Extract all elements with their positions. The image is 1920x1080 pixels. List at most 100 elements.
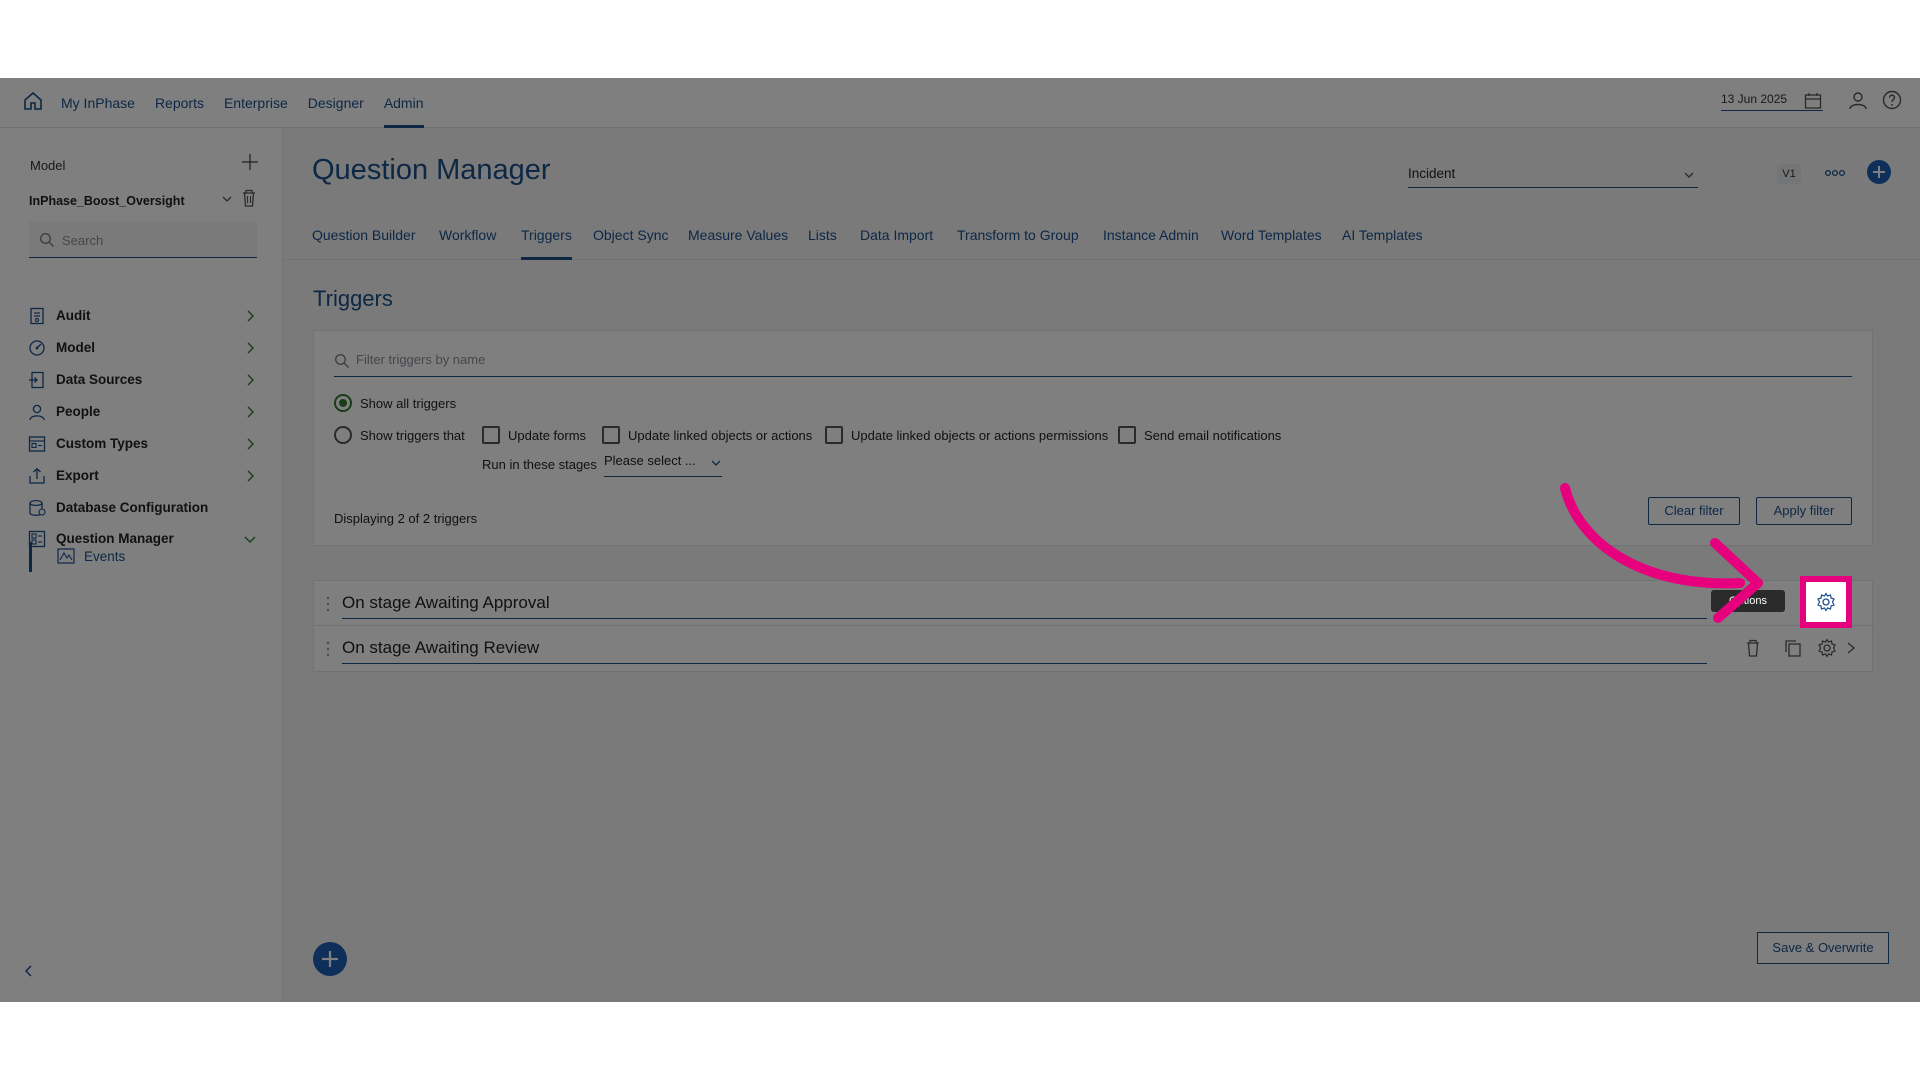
tab-object-sync[interactable]: Object Sync: [593, 210, 668, 260]
radio-label: Show all triggers: [360, 395, 457, 411]
trigger-name[interactable]: On stage Awaiting Approval: [342, 589, 1707, 619]
tab-question-builder[interactable]: Question Builder: [312, 210, 416, 260]
checkbox-send-email[interactable]: Send email notifications: [1118, 425, 1281, 445]
radio-button[interactable]: [334, 426, 352, 444]
trigger-list: On stage Awaiting Approval On stage Awai…: [313, 580, 1874, 672]
sidebar-item-model[interactable]: Model: [0, 332, 283, 364]
drag-handle-icon[interactable]: [326, 595, 330, 613]
version-badge[interactable]: V1: [1777, 164, 1801, 184]
form-type-value: Incident: [1408, 166, 1456, 181]
sidebar-item-database-configuration[interactable]: Database Configuration: [0, 492, 283, 524]
trash-icon[interactable]: [240, 188, 258, 208]
model-label: Model: [30, 158, 66, 173]
sidebar-item-custom-types[interactable]: Custom Types: [0, 428, 283, 460]
filter-triggers-input[interactable]: [356, 341, 1836, 377]
search-icon: [334, 353, 349, 368]
checkbox[interactable]: [602, 426, 620, 444]
tab-triggers[interactable]: Triggers: [521, 210, 572, 260]
add-model-icon[interactable]: [240, 152, 260, 172]
radio-show-that[interactable]: Show triggers that: [334, 425, 465, 445]
events-icon: [57, 548, 75, 564]
sidebar-item-label: Model: [56, 340, 95, 355]
tab-instance-admin[interactable]: Instance Admin: [1103, 210, 1199, 260]
chevron-right-icon: [247, 342, 254, 354]
tab-transform-to-group[interactable]: Transform to Group: [957, 210, 1079, 260]
more-options-icon[interactable]: [1824, 166, 1846, 180]
chevron-down-icon[interactable]: [220, 192, 234, 206]
tab-data-import[interactable]: Data Import: [860, 210, 933, 260]
sidebar-item-export[interactable]: Export: [0, 460, 283, 492]
nav-my-inphase[interactable]: My InPhase: [61, 78, 145, 128]
chevron-down-icon: [711, 460, 721, 466]
tab-ai-templates[interactable]: AI Templates: [1342, 210, 1423, 260]
radio-button[interactable]: [334, 394, 352, 412]
sidebar: Model InPhase_Boost_Oversight Audit Mode…: [0, 128, 283, 1002]
form-type-select[interactable]: Incident: [1408, 162, 1698, 188]
data-sources-icon: [29, 371, 44, 389]
gear-icon[interactable]: [1817, 638, 1837, 658]
main-content: Question Manager Incident V1 Question Bu…: [283, 128, 1920, 1002]
model-icon: [29, 340, 45, 356]
sidebar-search: [29, 222, 257, 258]
checkbox-update-linked[interactable]: Update linked objects or actions: [602, 425, 812, 445]
checkbox[interactable]: [825, 426, 843, 444]
checkbox-label: Update linked objects or actions: [628, 427, 813, 443]
app-frame: My InPhase Reports Enterprise Designer A…: [0, 78, 1920, 1002]
chevron-right-icon[interactable]: [1845, 641, 1857, 655]
nav-reports[interactable]: Reports: [155, 78, 214, 128]
user-icon[interactable]: [1848, 90, 1868, 110]
copy-icon[interactable]: [1783, 638, 1803, 658]
checkbox[interactable]: [482, 426, 500, 444]
stages-label: Run in these stages: [482, 457, 597, 472]
tab-workflow[interactable]: Workflow: [439, 210, 496, 260]
sidebar-item-label: Database Configuration: [56, 500, 209, 515]
tab-measure-values[interactable]: Measure Values: [688, 210, 788, 260]
top-nav: My InPhase Reports Enterprise Designer A…: [61, 78, 444, 128]
collapse-sidebar-icon[interactable]: [22, 964, 36, 978]
filter-search: [334, 341, 1852, 377]
sidebar-subitem-events[interactable]: Events: [29, 542, 279, 572]
list-item[interactable]: On stage Awaiting Review: [314, 626, 1874, 671]
sidebar-item-audit[interactable]: Audit: [0, 300, 283, 332]
sidebar-item-data-sources[interactable]: Data Sources: [0, 364, 283, 396]
nav-enterprise[interactable]: Enterprise: [224, 78, 298, 128]
drag-handle-icon[interactable]: [326, 640, 330, 658]
home-icon[interactable]: [22, 90, 44, 112]
checkbox-update-linked-permissions[interactable]: Update linked objects or actions permiss…: [825, 425, 1108, 445]
person-icon: [29, 404, 45, 421]
stages-select[interactable]: Please select ...: [604, 453, 722, 477]
nav-admin[interactable]: Admin: [383, 78, 434, 128]
trigger-name[interactable]: On stage Awaiting Review: [342, 634, 1707, 664]
radio-show-all[interactable]: Show all triggers: [334, 393, 456, 413]
checkbox-label: Update linked objects or actions permiss…: [851, 427, 1109, 443]
custom-types-icon: [28, 436, 46, 452]
help-icon[interactable]: [1882, 90, 1902, 110]
sidebar-search-input[interactable]: [62, 222, 252, 258]
tab-word-templates[interactable]: Word Templates: [1221, 210, 1322, 260]
tab-bar: Question Builder Workflow Triggers Objec…: [283, 210, 1920, 260]
chevron-right-icon: [247, 470, 254, 482]
add-button[interactable]: [1867, 160, 1891, 184]
list-item[interactable]: On stage Awaiting Approval: [314, 581, 1874, 626]
sidebar-item-label: Audit: [56, 308, 91, 323]
export-icon: [29, 467, 45, 484]
clear-filter-button[interactable]: Clear filter: [1648, 497, 1740, 525]
add-trigger-button[interactable]: [313, 942, 347, 976]
audit-icon: [30, 307, 44, 325]
model-select[interactable]: InPhase_Boost_Oversight: [29, 194, 185, 208]
trash-icon[interactable]: [1744, 638, 1762, 658]
tab-lists[interactable]: Lists: [808, 210, 837, 260]
checkbox[interactable]: [1118, 426, 1136, 444]
options-gear-button[interactable]: [1800, 576, 1852, 628]
filter-panel: Show all triggers Show triggers that Upd…: [313, 330, 1873, 546]
calendar-icon[interactable]: [1804, 92, 1822, 110]
nav-designer[interactable]: Designer: [308, 78, 374, 128]
display-count: Displaying 2 of 2 triggers: [334, 511, 478, 526]
save-overwrite-button[interactable]: Save & Overwrite: [1757, 932, 1889, 964]
checkbox-update-forms[interactable]: Update forms: [482, 425, 586, 445]
chevron-down-icon: [1684, 172, 1694, 178]
chevron-right-icon: [247, 438, 254, 450]
apply-filter-button[interactable]: Apply filter: [1756, 497, 1852, 525]
sidebar-item-people[interactable]: People: [0, 396, 283, 428]
plus-icon: [322, 951, 338, 967]
